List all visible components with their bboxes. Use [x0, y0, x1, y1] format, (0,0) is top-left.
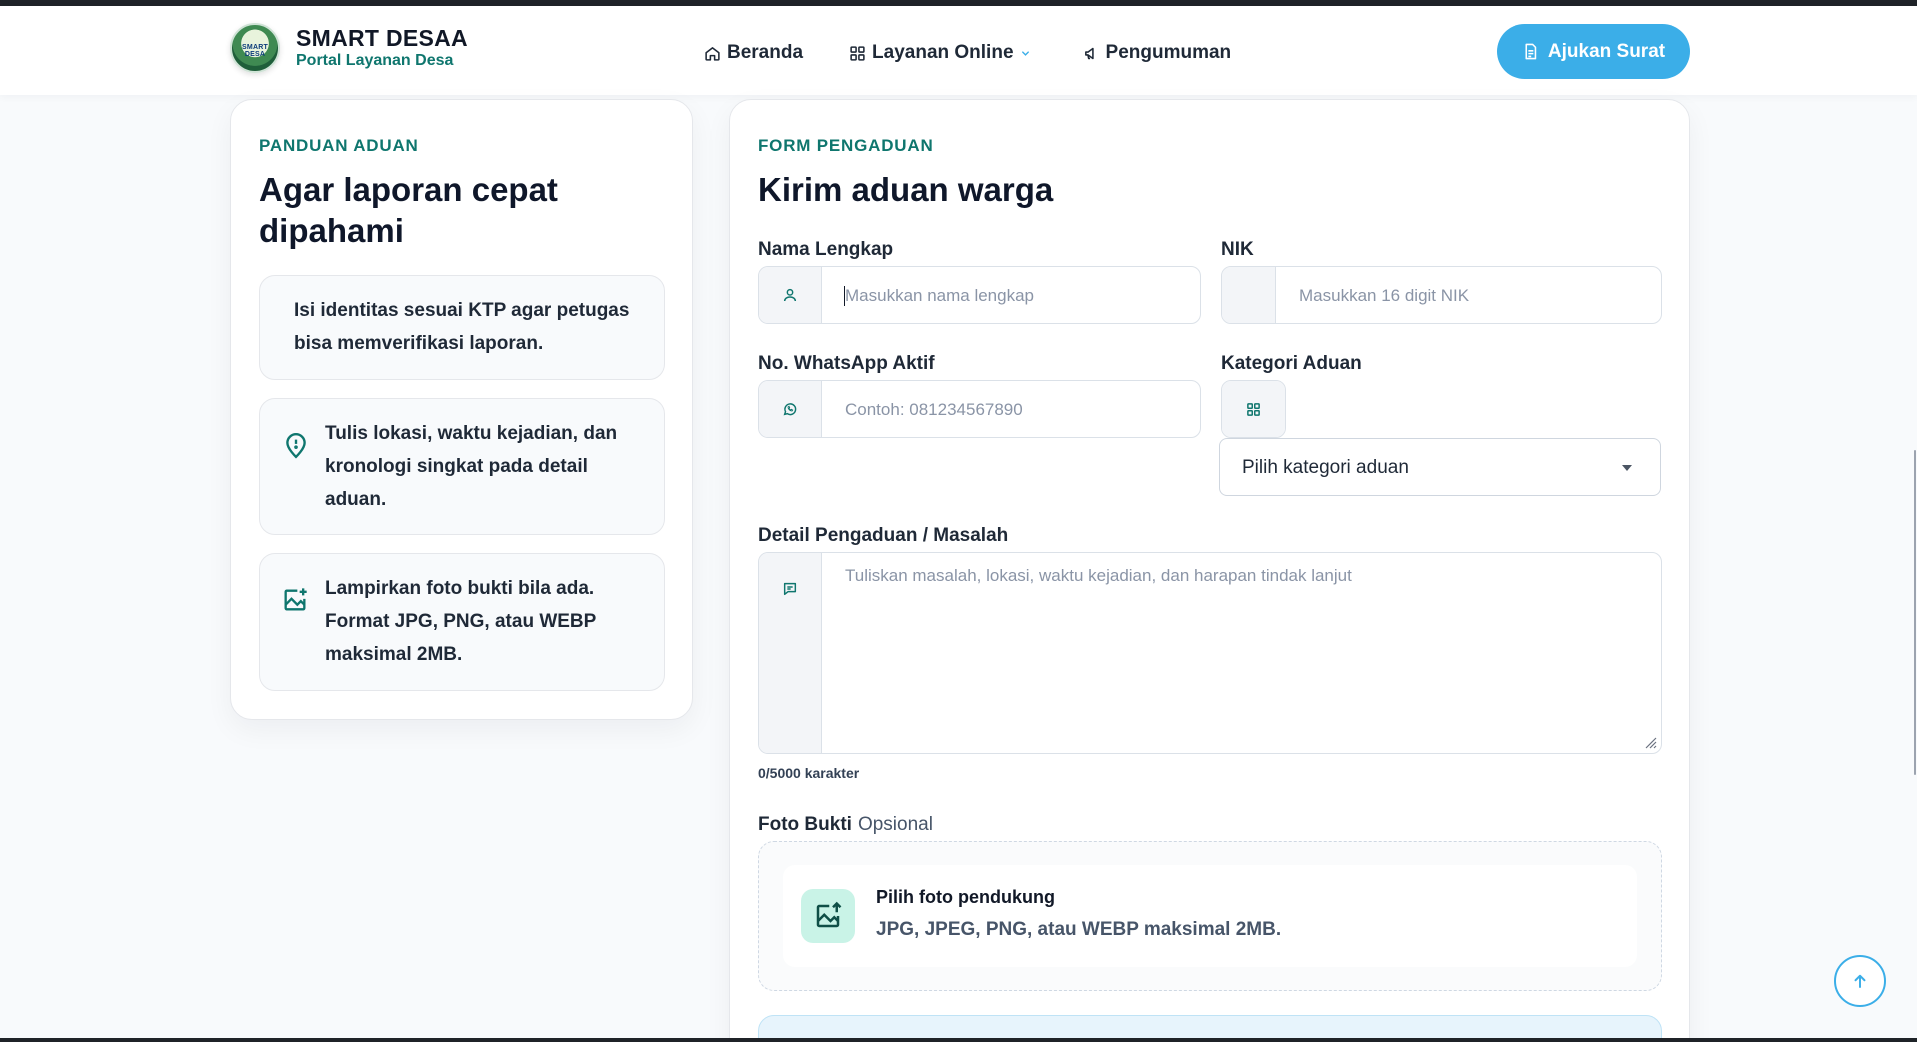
- nav-beranda-label: Beranda: [727, 42, 804, 63]
- grid-icon: [1247, 402, 1260, 416]
- guide-heading: Agar laporan cepat dipahami: [259, 169, 558, 251]
- tip-photo: Lampirkan foto bukti bila ada. Format JP…: [259, 553, 665, 691]
- photo-upload-icon-box: [801, 889, 855, 943]
- photo-picker-title: Pilih foto pendukung: [876, 887, 1055, 907]
- top-navbar: SMART DESA SMART DESAA Portal Layanan De…: [0, 6, 1917, 95]
- nik-label: NIK: [1221, 239, 1254, 260]
- tip-photo-line1: Lampirkan foto bukti bila ada.: [325, 578, 595, 599]
- tip-location-line2: kronologi singkat pada detail: [325, 456, 588, 477]
- page-scrollbar[interactable]: [1913, 95, 1917, 1042]
- window-bottom-border: [0, 1038, 1917, 1042]
- photo-label: Foto Bukti Opsional: [758, 814, 933, 836]
- category-addon: [1221, 380, 1286, 438]
- category-label: Kategori Aduan: [1221, 353, 1362, 374]
- guide-eyebrow: PANDUAN ADUAN: [259, 136, 419, 155]
- nav-layanan-online[interactable]: Layanan Online: [849, 42, 1036, 64]
- photo-optional-tag: Opsional: [857, 814, 933, 835]
- whatsapp-label: No. WhatsApp Aktif: [758, 353, 935, 374]
- tip-identity: Isi identitas sesuai KTP agar petugas bi…: [259, 275, 665, 380]
- brand[interactable]: SMART DESA SMART DESAA Portal Layanan De…: [230, 23, 468, 73]
- guide-heading-line1: Agar laporan cepat: [259, 171, 558, 208]
- photo-dropzone[interactable]: Pilih foto pendukung JPG, JPEG, PNG, ata…: [758, 841, 1662, 991]
- main-nav: Beranda Layanan Online Pengumuman: [704, 42, 1277, 64]
- tip-location-line3: aduan.: [325, 489, 387, 510]
- megaphone-icon: [1084, 47, 1094, 59]
- brand-subtitle: Portal Layanan Desa: [296, 52, 454, 69]
- whatsapp-icon: [783, 403, 797, 416]
- tip-location-line1: Tulis lokasi, waktu kejadian, dan: [325, 423, 618, 444]
- message-icon: [783, 582, 797, 596]
- name-field[interactable]: Masukkan nama lengkap: [758, 266, 1201, 324]
- tip-identity-line2: bisa memverifikasi laporan.: [294, 333, 544, 354]
- resize-handle-icon[interactable]: [1643, 735, 1657, 749]
- grid-icon: [850, 45, 865, 61]
- tip-photo-line3: maksimal 2MB.: [325, 644, 463, 665]
- tip-photo-line2: Format JPG, PNG, atau WEBP: [325, 611, 597, 632]
- image-upload-icon: [816, 901, 842, 928]
- name-addon: [759, 267, 822, 323]
- nav-pengumuman[interactable]: Pengumuman: [1083, 42, 1232, 64]
- complaint-form-card: FORM PENGADUAN Kirim aduan warga Nama Le…: [729, 99, 1690, 1042]
- detail-addon: [759, 553, 822, 753]
- tip-identity-line1: Isi identitas sesuai KTP agar petugas: [294, 300, 630, 321]
- location-pin-icon: [286, 433, 306, 459]
- village-logo: SMART DESA: [230, 23, 280, 73]
- ajukan-surat-button[interactable]: Ajukan Surat: [1497, 24, 1690, 79]
- nik-field[interactable]: Masukkan 16 digit NIK: [1221, 266, 1662, 324]
- tip-location: Tulis lokasi, waktu kejadian, dan kronol…: [259, 398, 665, 535]
- arrow-up-icon: [1854, 974, 1866, 988]
- brand-title: SMART DESAA: [296, 25, 468, 51]
- nav-pengumuman-label: Pengumuman: [1105, 42, 1232, 63]
- scroll-to-top-button[interactable]: [1834, 955, 1886, 1007]
- home-icon: [705, 46, 720, 61]
- logo-lettering: SMART DESA: [242, 44, 268, 58]
- detail-textarea[interactable]: Tuliskan masalah, lokasi, waktu kejadian…: [758, 552, 1662, 754]
- chevron-down-icon: [1021, 50, 1029, 56]
- photo-picker-hint: JPG, JPEG, PNG, atau WEBP maksimal 2MB.: [876, 919, 1282, 940]
- caret-down-icon: [1622, 465, 1632, 471]
- guide-heading-line2: dipahami: [259, 212, 404, 249]
- scrollbar-thumb[interactable]: [1914, 450, 1916, 775]
- form-heading: Kirim aduan warga: [758, 171, 1054, 208]
- detail-placeholder: Tuliskan masalah, lokasi, waktu kejadian…: [845, 566, 1352, 585]
- whatsapp-placeholder: Contoh: 081234567890: [845, 400, 1023, 419]
- whatsapp-addon: [759, 381, 822, 437]
- detail-label: Detail Pengaduan / Masalah: [758, 525, 1009, 546]
- whatsapp-field[interactable]: Contoh: 081234567890: [758, 380, 1201, 438]
- photo-label-text: Foto Bukti: [758, 814, 852, 835]
- photo-picker[interactable]: Pilih foto pendukung JPG, JPEG, PNG, ata…: [783, 865, 1637, 967]
- document-icon: [1525, 43, 1537, 60]
- guide-card: PANDUAN ADUAN Agar laporan cepat dipaham…: [230, 99, 693, 720]
- nik-addon: [1222, 267, 1276, 323]
- name-label: Nama Lengkap: [758, 239, 894, 260]
- character-counter: 0/5000 karakter: [758, 765, 860, 781]
- name-placeholder: Masukkan nama lengkap: [845, 286, 1035, 305]
- nav-layanan-online-label: Layanan Online: [872, 42, 1014, 63]
- image-plus-icon: [284, 588, 307, 611]
- category-select[interactable]: Pilih kategori aduan: [1219, 438, 1661, 496]
- nav-beranda[interactable]: Beranda: [704, 42, 803, 64]
- category-selected: Pilih kategori aduan: [1242, 457, 1409, 478]
- ajukan-surat-label: Ajukan Surat: [1547, 40, 1666, 62]
- nik-placeholder: Masukkan 16 digit NIK: [1299, 286, 1470, 305]
- user-icon: [783, 288, 797, 302]
- form-eyebrow: FORM PENGADUAN: [758, 136, 934, 155]
